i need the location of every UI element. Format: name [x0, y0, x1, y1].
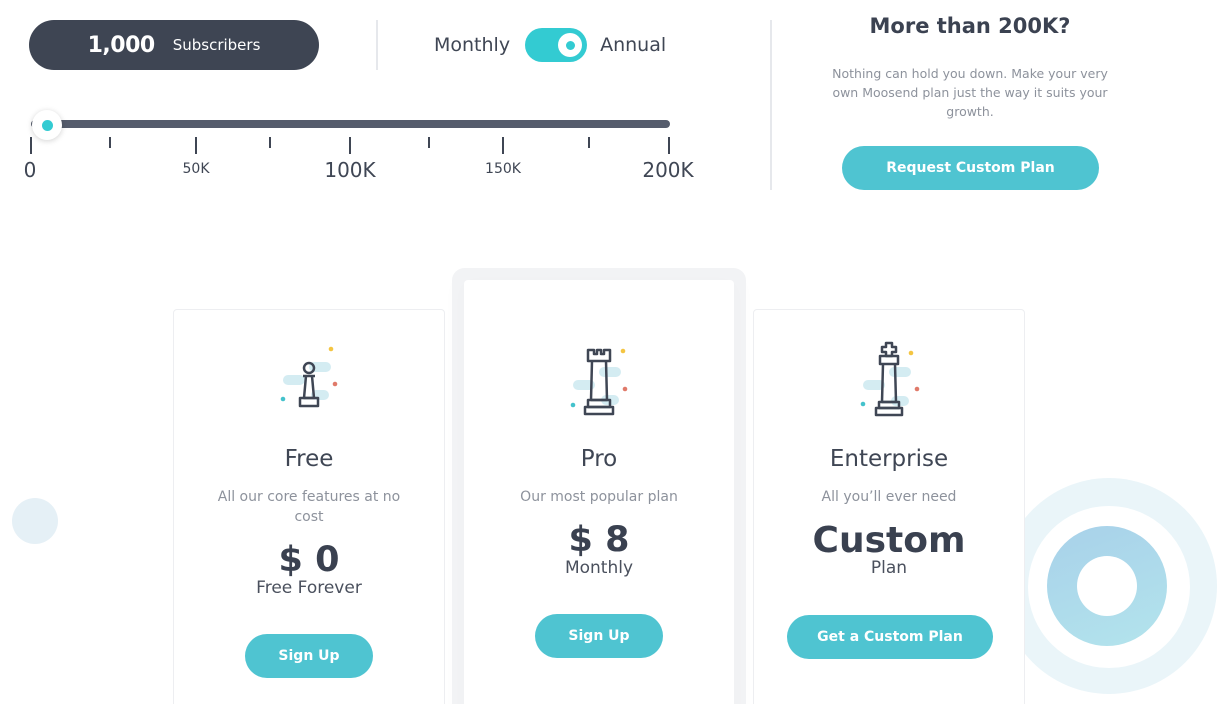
slider-label-0: 0 — [23, 158, 37, 182]
chess-pawn-icon — [280, 346, 338, 408]
decorative-circle — [12, 498, 58, 544]
custom-offer-title: More than 200K? — [869, 14, 1071, 38]
slider-tick — [109, 137, 111, 148]
sign-up-button-pro[interactable]: Sign Up — [535, 614, 663, 658]
slider-label-100k: 100K — [324, 158, 376, 182]
slider-tick — [30, 137, 32, 154]
plan-price: $ 8 — [568, 520, 630, 560]
toggle-knob — [558, 33, 583, 57]
slider-tick — [668, 137, 670, 154]
plan-name: Pro — [580, 446, 618, 472]
subscriber-count-pill: 1,000 Subscribers — [29, 20, 319, 70]
slider-tick — [502, 137, 504, 154]
chess-king-icon — [860, 341, 920, 417]
request-custom-plan-button[interactable]: Request Custom Plan — [842, 146, 1099, 190]
separator — [376, 20, 378, 70]
billing-annual-label[interactable]: Annual — [600, 34, 666, 56]
plan-description: Our most popular plan — [520, 489, 678, 505]
slider-label-50k: 50K — [182, 161, 210, 177]
sign-up-button-free[interactable]: Sign Up — [245, 634, 373, 678]
subscriber-slider-handle[interactable] — [32, 110, 62, 140]
get-custom-plan-button[interactable]: Get a Custom Plan — [787, 615, 993, 659]
slider-tick — [195, 137, 197, 154]
slider-tick — [588, 137, 590, 148]
plan-period: Plan — [870, 558, 908, 578]
slider-label-150k: 150K — [485, 161, 521, 177]
subscriber-slider-track[interactable] — [31, 120, 670, 128]
chess-rook-icon — [570, 348, 628, 416]
slider-tick — [269, 137, 271, 148]
decorative-ring-hole — [1077, 556, 1137, 616]
plan-period: Monthly — [564, 558, 634, 578]
plan-period: Free Forever — [256, 578, 362, 598]
slider-tick — [349, 137, 351, 154]
subscriber-count: 1,000 — [87, 32, 156, 58]
billing-toggle[interactable] — [525, 28, 588, 62]
billing-monthly-label[interactable]: Monthly — [434, 34, 510, 56]
plan-card-free: Free All our core features at no cost $ … — [173, 309, 445, 704]
plan-name: Free — [284, 446, 334, 472]
plan-price: $ 0 — [278, 540, 340, 580]
plan-description: All our core features at no cost — [217, 489, 401, 525]
separator — [770, 20, 772, 190]
custom-offer-description: Nothing can hold you down. Make your ver… — [832, 66, 1108, 119]
plan-name: Enterprise — [829, 446, 949, 472]
plan-card-enterprise: Enterprise All you’ll ever need Custom P… — [753, 309, 1025, 704]
plan-description: All you’ll ever need — [821, 489, 957, 505]
plan-price: Custom — [812, 520, 966, 561]
billing-period-switch: Monthly Annual — [434, 28, 666, 62]
subscriber-label: Subscribers — [172, 36, 261, 54]
plan-card-pro: Pro Our most popular plan $ 8 Monthly Si… — [464, 280, 734, 704]
slider-tick — [428, 137, 430, 148]
slider-label-200k: 200K — [642, 158, 694, 182]
